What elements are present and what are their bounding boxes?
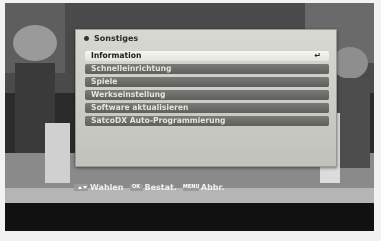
bullet-icon xyxy=(84,35,89,41)
menu-item-label: Spiele xyxy=(91,77,118,86)
menu-item-information[interactable]: Information ↵ xyxy=(85,51,329,61)
tv-screen: Sonstiges Information ↵ Schnelleinrichtu… xyxy=(5,3,374,231)
settings-menu-panel: Sonstiges Information ↵ Schnelleinrichtu… xyxy=(75,29,337,167)
menu-item-satcodx-auto-programming[interactable]: SatcoDX Auto-Programmierung xyxy=(85,116,329,126)
menu-item-games[interactable]: Spiele xyxy=(85,77,329,87)
menu-item-label: Software aktualisieren xyxy=(91,103,189,112)
menu-item-label: Werkseinstellung xyxy=(91,90,166,99)
help-ok-label: Bestat. xyxy=(144,182,177,192)
menu-title: Sonstiges xyxy=(94,33,139,43)
menu-item-label: Schnelleinrichtung xyxy=(91,64,172,73)
menu-item-factory-reset[interactable]: Werkseinstellung xyxy=(85,90,329,100)
help-menu-label: Abbr. xyxy=(200,182,225,192)
menu-list: Information ↵ Schnelleinrichtung Spiele … xyxy=(85,51,329,129)
up-down-arrows-icon xyxy=(74,183,88,191)
help-bar: Wahlen OK Bestat. MENU Abbr. xyxy=(74,181,230,193)
menu-item-software-update[interactable]: Software aktualisieren xyxy=(85,103,329,113)
menu-item-quick-setup[interactable]: Schnelleinrichtung xyxy=(85,64,329,74)
menu-item-label: Information xyxy=(91,51,142,60)
enter-icon: ↵ xyxy=(314,51,321,60)
menu-item-label: SatcoDX Auto-Programmierung xyxy=(91,116,226,125)
help-select-label: Wahlen xyxy=(90,182,124,192)
ok-key-icon: OK xyxy=(129,183,143,191)
menu-key-icon: MENU xyxy=(182,183,200,191)
menu-header: Sonstiges xyxy=(76,30,336,46)
